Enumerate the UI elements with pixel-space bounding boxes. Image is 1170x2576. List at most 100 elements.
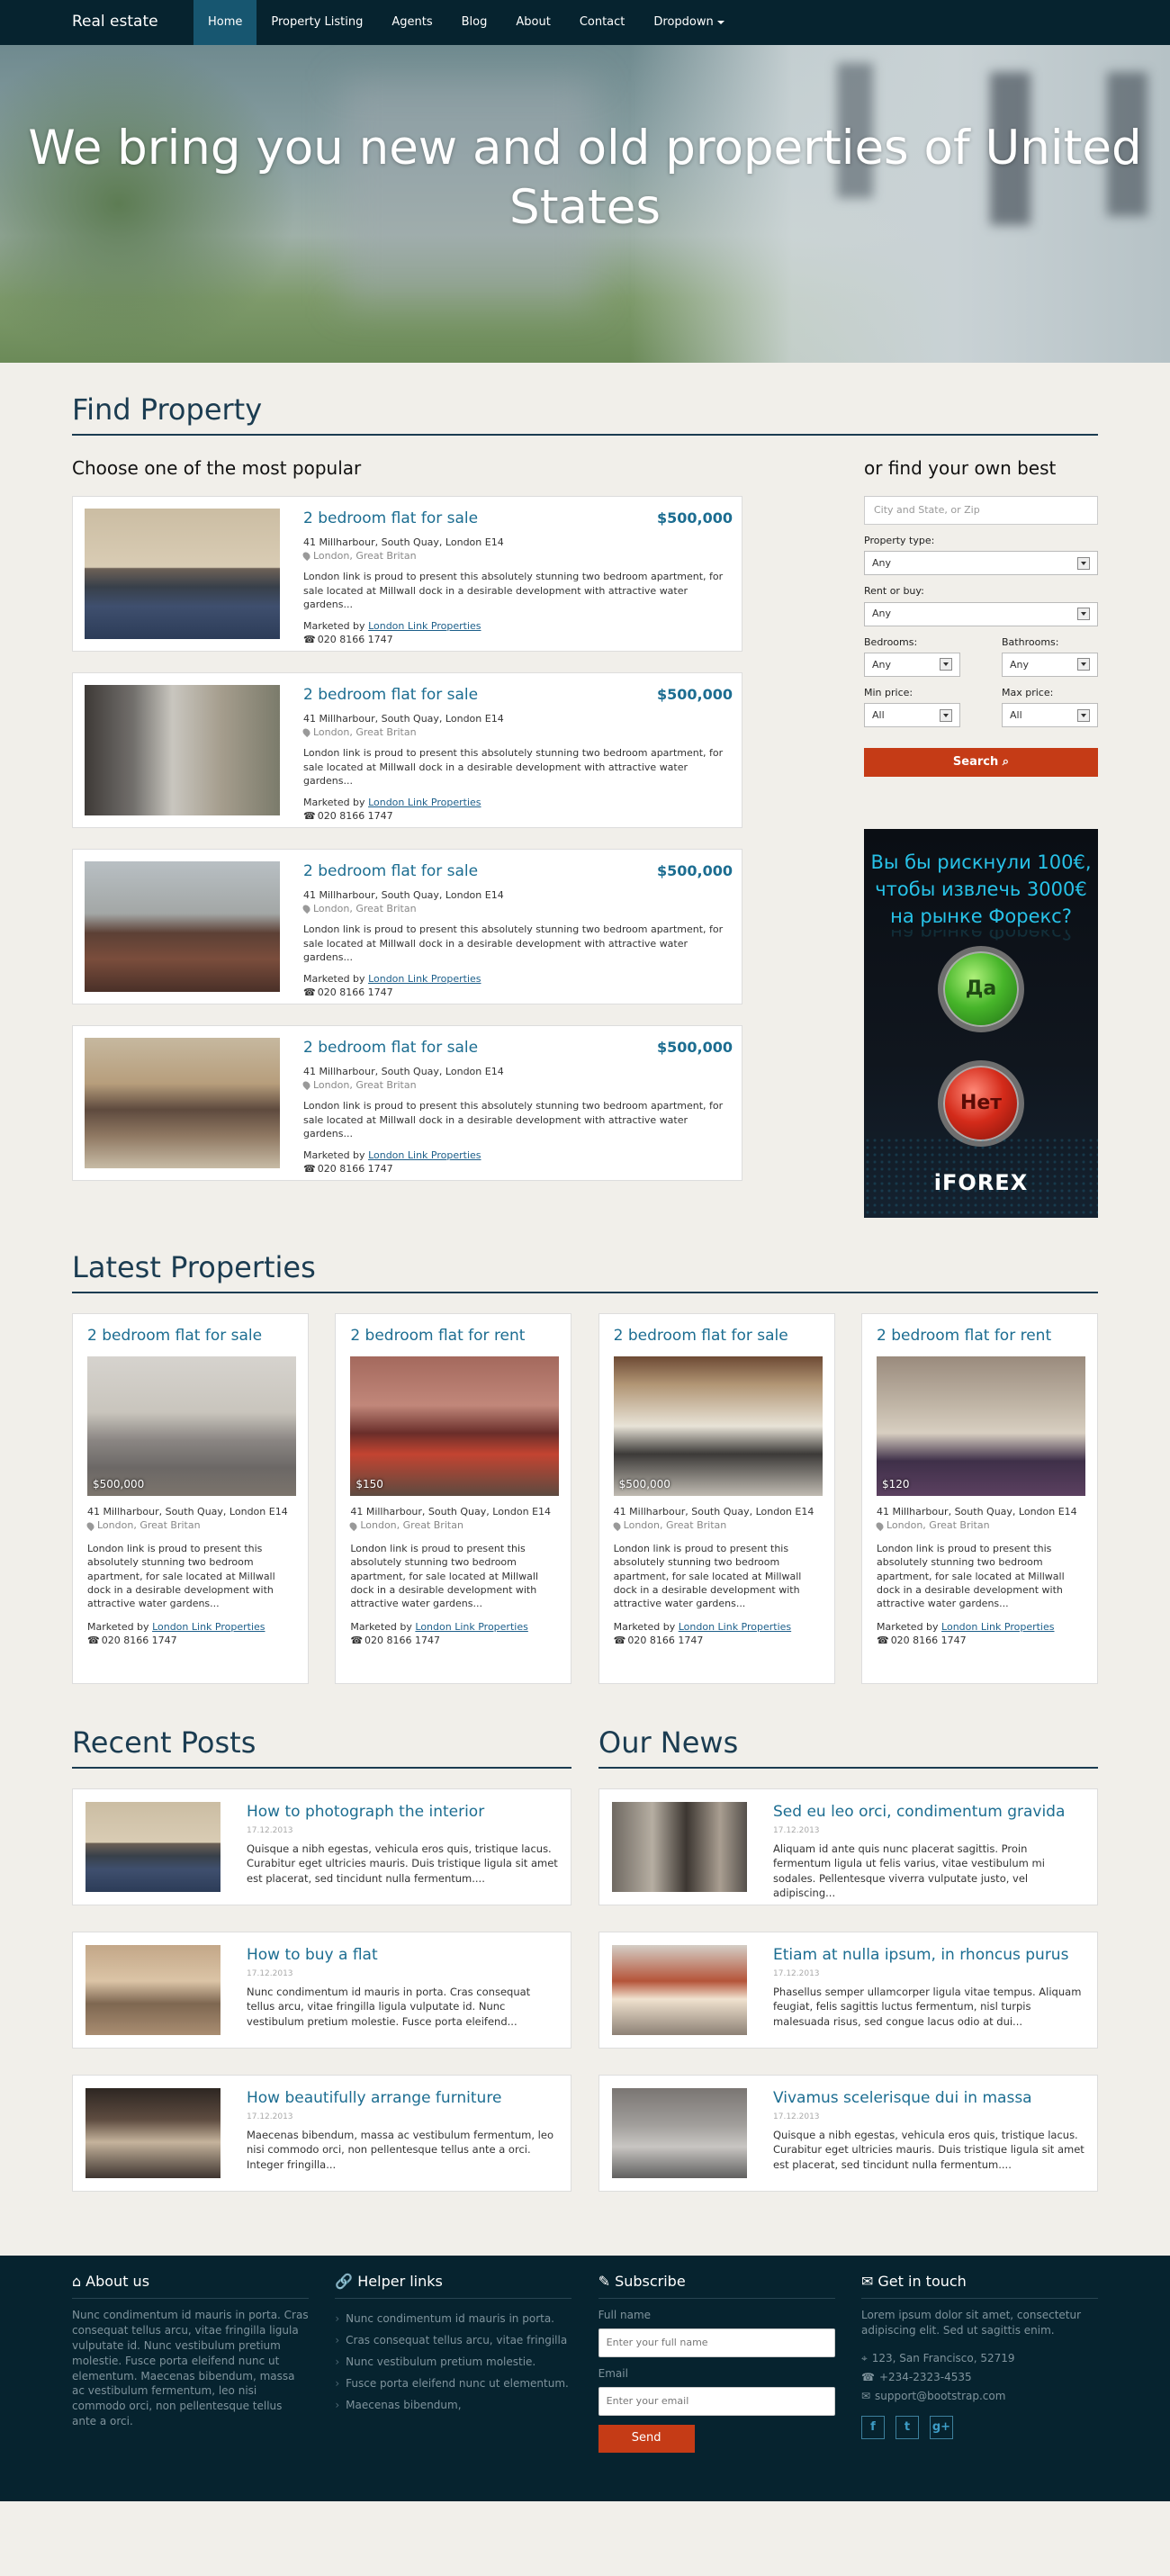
agent-link[interactable]: London Link Properties [368,1149,481,1161]
ad-no-button[interactable]: Нет [938,1060,1024,1148]
latest-property-photo[interactable]: $120 [876,1356,1085,1496]
news-title[interactable]: Vivamus scelerisque dui in massa [773,2088,1084,2110]
search-panel: or find your own best City and State, or… [864,455,1098,1219]
property-description: London link is proud to present this abs… [303,923,724,964]
news-card[interactable]: Sed eu leo orci, condimentum gravida 17.… [598,1788,1098,1905]
google-plus-icon[interactable]: g+ [929,2416,953,2440]
nav-property-listing[interactable]: Property Listing [256,0,377,45]
max-price-select[interactable]: All [1002,703,1098,728]
marketed-label: Marketed by [303,619,365,632]
post-title[interactable]: How beautifully arrange furniture [247,2088,558,2110]
twitter-icon[interactable]: t [895,2416,919,2440]
property-marketed-by: Marketed by London Link Properties [303,1148,730,1162]
property-card[interactable]: 2 bedroom flat for sale 41 Millharbour, … [72,1024,742,1181]
latest-property-photo[interactable]: $500,000 [87,1356,296,1496]
property-price: $500,000 [656,509,733,527]
property-type-select[interactable]: Any [864,551,1098,576]
min-price-label: Min price: [864,686,914,698]
post-title[interactable]: How to photograph the interior [247,1802,558,1824]
latest-phone: ☎ 020 8166 1747 [877,1634,1083,1647]
nav-dropdown[interactable]: Dropdown [639,0,738,45]
post-card[interactable]: How beautifully arrange furniture 17.12.… [72,2074,572,2192]
envelope-icon: ✉ [860,2389,871,2402]
marketed-label: Marketed by [303,972,365,985]
news-card[interactable]: Vivamus scelerisque dui in massa 17.12.2… [598,2074,1098,2192]
search-icon: ⌕ [1002,755,1010,770]
news-thumbnail[interactable] [612,1944,747,2035]
footer-link[interactable]: Cras consequat tellus arcu, vitae fringi… [335,2329,572,2351]
property-photo[interactable] [85,684,280,815]
post-date: 17.12.2013 [247,1825,293,1835]
post-thumbnail[interactable] [86,2087,220,2178]
brand-logo[interactable]: Real estate [72,12,170,33]
post-card[interactable]: How to photograph the interior 17.12.201… [72,1788,572,1905]
latest-property-title[interactable]: 2 bedroom flat for rent [350,1326,556,1347]
latest-property-card[interactable]: 2 bedroom flat for rent $120 41 Millharb… [860,1313,1098,1685]
agent-link[interactable]: London Link Properties [368,973,481,985]
property-card[interactable]: 2 bedroom flat for sale 41 Millharbour, … [72,671,742,828]
latest-property-card[interactable]: 2 bedroom flat for rent $150 41 Millharb… [335,1313,572,1685]
social-links: f t g+ [860,2416,1098,2440]
rent-buy-select[interactable]: Any [864,601,1098,626]
footer-link[interactable]: Maecenas bibendum, [335,2394,572,2416]
send-button[interactable]: Send [598,2424,695,2453]
news-thumbnail[interactable] [612,2087,747,2178]
news-title[interactable]: Sed eu leo orci, condimentum gravida [773,1802,1084,1824]
bedrooms-select[interactable]: Any [864,652,960,677]
property-phone-text: 020 8166 1747 [317,809,393,822]
email-input[interactable]: Enter your email [598,2386,835,2416]
latest-property-card[interactable]: 2 bedroom flat for sale $500,000 41 Mill… [598,1313,835,1685]
property-photo[interactable] [85,508,280,639]
location-input[interactable]: City and State, or Zip [864,495,1098,525]
news-thumbnail[interactable] [612,1801,747,1892]
post-thumbnail[interactable] [86,1944,220,2035]
agent-link[interactable]: London Link Properties [368,797,481,808]
min-price-select[interactable]: All [864,703,960,728]
nav-blog[interactable]: Blog [447,0,502,45]
forex-ad-banner[interactable]: Вы бы рискнули 100€, чтобы извлечь 3000€… [864,829,1098,1219]
nav-about[interactable]: About [501,0,564,45]
latest-property-title[interactable]: 2 bedroom flat for sale [614,1326,820,1347]
search-button[interactable]: Search ⌕ [864,748,1098,778]
news-card[interactable]: Etiam at nulla ipsum, in rhoncus purus 1… [598,1931,1098,2049]
footer-link[interactable]: Nunc condimentum id mauris in porta. [335,2308,572,2329]
latest-property-card[interactable]: 2 bedroom flat for sale $500,000 41 Mill… [72,1313,309,1685]
property-address: 41 Millharbour, South Quay, London E14 [303,536,504,548]
nav-contact[interactable]: Contact [565,0,640,45]
post-thumbnail[interactable] [86,1801,220,1892]
footer-link[interactable]: Nunc vestibulum pretium molestie. [335,2351,572,2373]
property-photo[interactable] [85,1037,280,1168]
footer-subscribe-title: Subscribe [615,2272,686,2290]
property-card[interactable]: 2 bedroom flat for sale 41 Millharbour, … [72,495,742,652]
post-card[interactable]: How to buy a flat 17.12.2013 Nunc condim… [72,1931,572,2049]
footer-link[interactable]: Fusce porta eleifend nunc ut elementum. [335,2373,572,2394]
ad-text: Вы бы рискнули 100€, чтобы извлечь 3000€… [870,851,1092,928]
facebook-icon[interactable]: f [860,2416,885,2440]
latest-property-photo[interactable]: $500,000 [613,1356,823,1496]
latest-property-address: 41 Millharbour, South Quay, London E14 [87,1505,288,1518]
latest-property-title[interactable]: 2 bedroom flat for rent [877,1326,1083,1347]
agent-link[interactable]: London Link Properties [679,1621,791,1633]
agent-link[interactable]: London Link Properties [368,620,481,632]
bedrooms-label: Bedrooms: [864,635,918,648]
bathrooms-select[interactable]: Any [1002,652,1098,677]
nav-agents[interactable]: Agents [377,0,446,45]
agent-link[interactable]: London Link Properties [941,1621,1054,1633]
latest-marketed-by: Marketed by London Link Properties [87,1620,293,1634]
latest-phone: ☎ 020 8166 1747 [87,1634,293,1647]
ad-yes-button[interactable]: Да [938,946,1024,1033]
marketed-label: Marketed by [350,1620,412,1633]
agent-link[interactable]: London Link Properties [152,1621,265,1633]
latest-property-title[interactable]: 2 bedroom flat for sale [87,1326,293,1347]
full-name-input[interactable]: Enter your full name [598,2328,835,2358]
agent-link[interactable]: London Link Properties [415,1621,527,1633]
footer-about: ⌂ About us Nunc condimentum id mauris in … [72,2272,309,2453]
property-photo[interactable] [85,860,280,992]
latest-property-price: $500,000 [618,1478,670,1491]
latest-marketed-by: Marketed by London Link Properties [877,1620,1083,1634]
post-title[interactable]: How to buy a flat [247,1945,558,1967]
property-card[interactable]: 2 bedroom flat for sale 41 Millharbour, … [72,848,742,1004]
news-title[interactable]: Etiam at nulla ipsum, in rhoncus purus [773,1945,1084,1967]
nav-home[interactable]: Home [194,0,257,45]
latest-property-photo[interactable]: $150 [350,1356,560,1496]
